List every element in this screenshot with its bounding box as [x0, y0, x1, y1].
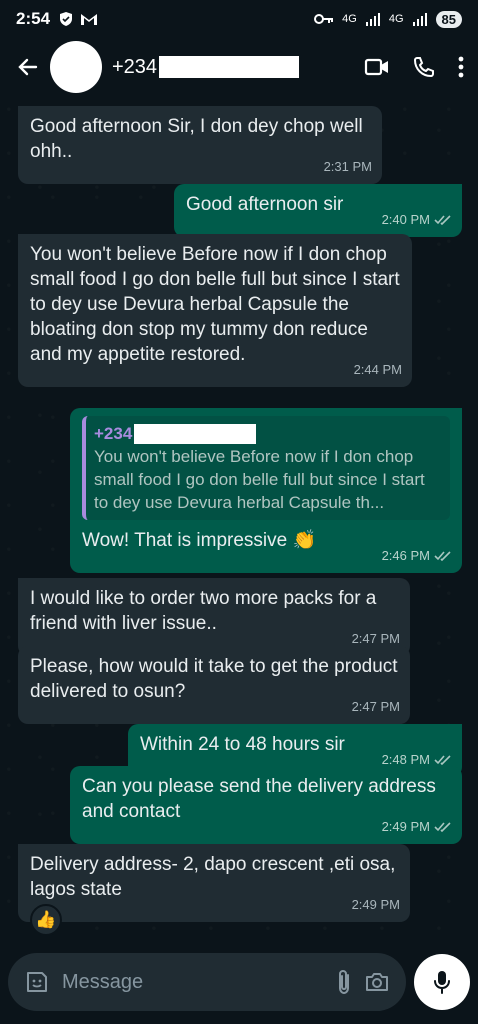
message-time: 2:44 PM — [353, 362, 402, 377]
signal-icon — [365, 13, 380, 26]
message-time: 2:31 PM — [323, 159, 372, 174]
quoted-message[interactable]: +234 You won't believe Before now if I d… — [82, 416, 450, 520]
back-button[interactable] — [10, 49, 46, 85]
attach-icon[interactable] — [336, 968, 352, 996]
message-text: Delivery address- 2, dapo crescent ,eti … — [30, 854, 396, 900]
redaction-bar — [159, 56, 300, 78]
key-icon — [314, 14, 334, 24]
microphone-icon — [434, 971, 450, 994]
quoted-sender-prefix: +234 — [94, 424, 133, 443]
shield-icon — [60, 12, 73, 26]
message-time: 2:46 PM — [381, 548, 430, 563]
network-label-1: 4G — [342, 13, 357, 25]
message-bubble[interactable]: Can you please send the delivery address… — [70, 766, 462, 844]
contact-prefix: +234 — [112, 55, 158, 78]
video-call-icon[interactable] — [364, 57, 390, 77]
status-bar: 2:54 4G 4G 85 — [0, 0, 478, 38]
gmail-icon — [81, 14, 98, 25]
message-input-container[interactable]: Message — [8, 953, 406, 1011]
message-bubble[interactable]: Please, how would it take to get the pro… — [18, 646, 410, 724]
signal-icon — [412, 13, 427, 26]
status-time: 2:54 — [16, 9, 51, 28]
message-text: You won't believe Before now if I don ch… — [30, 244, 400, 365]
composer-bar: Message — [0, 940, 478, 1024]
thumbs-up-icon: 👍 — [35, 910, 57, 929]
voice-call-icon[interactable] — [412, 55, 436, 79]
chat-header: +234 — [0, 38, 478, 96]
message-bubble[interactable]: Good afternoon Sir, I don dey chop well … — [18, 106, 382, 184]
redaction-bar — [134, 423, 257, 444]
message-text: Within 24 to 48 hours sir — [140, 734, 345, 755]
quoted-text: You won't believe Before now if I don ch… — [94, 447, 425, 512]
more-options-icon[interactable] — [458, 56, 464, 78]
message-text: I would like to order two more packs for… — [30, 588, 377, 634]
message-bubble[interactable]: You won't believe Before now if I don ch… — [18, 234, 412, 387]
message-bubble[interactable]: Delivery address- 2, dapo crescent ,eti … — [18, 844, 410, 922]
message-time: 2:49 PM — [351, 897, 400, 912]
reaction-badge[interactable]: 👍 — [30, 904, 62, 936]
double-check-icon — [434, 551, 451, 561]
back-arrow-icon — [18, 58, 38, 76]
voice-record-button[interactable] — [414, 954, 470, 1010]
message-text: Good afternoon sir — [186, 194, 344, 215]
camera-icon[interactable] — [364, 971, 390, 993]
chat-area[interactable]: Good afternoon Sir, I don dey chop well … — [0, 96, 478, 940]
message-bubble[interactable]: I would like to order two more packs for… — [18, 578, 410, 656]
message-text: Please, how would it take to get the pro… — [30, 656, 398, 702]
double-check-icon — [434, 755, 451, 765]
message-time: 2:47 PM — [351, 699, 400, 714]
contact-avatar[interactable] — [50, 41, 102, 93]
contact-name[interactable]: +234 — [112, 55, 300, 79]
sticker-icon[interactable] — [24, 969, 50, 995]
message-bubble[interactable]: +234 You won't believe Before now if I d… — [70, 408, 462, 573]
message-time: 2:49 PM — [381, 819, 430, 834]
battery-badge: 85 — [435, 10, 462, 28]
message-bubble[interactable]: Good afternoon sir 2:40 PM — [174, 184, 462, 237]
message-text: Good afternoon Sir, I don dey chop well … — [30, 116, 363, 162]
message-time: 2:40 PM — [381, 212, 430, 227]
double-check-icon — [434, 215, 451, 225]
quoted-sender: +234 — [94, 422, 442, 445]
message-input[interactable]: Message — [62, 971, 324, 994]
network-label-2: 4G — [388, 13, 404, 25]
message-text: Wow! That is impressive 👏 — [82, 530, 317, 551]
double-check-icon — [434, 822, 451, 832]
